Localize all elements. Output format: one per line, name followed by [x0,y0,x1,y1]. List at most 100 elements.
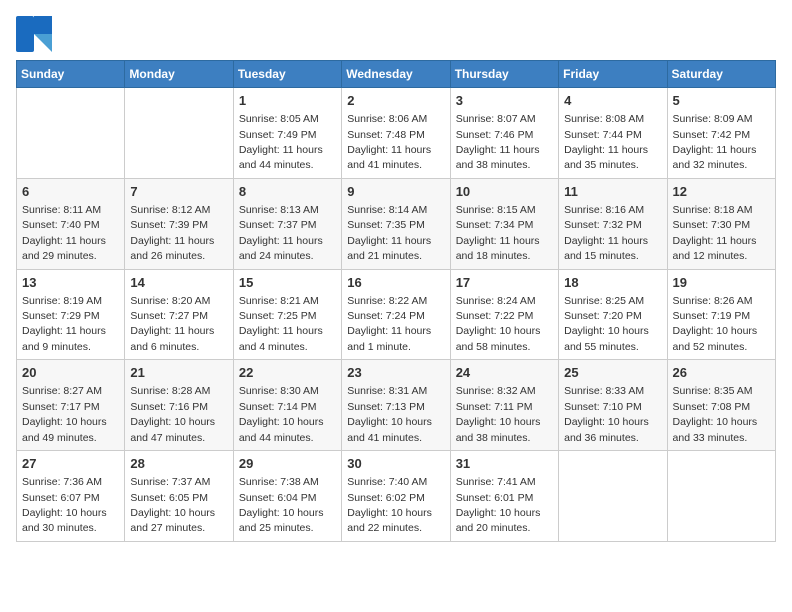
day-number: 9 [347,183,444,201]
calendar-cell [125,88,233,179]
day-number: 19 [673,274,770,292]
calendar-cell: 6 Sunrise: 8:11 AM Sunset: 7:40 PM Daylig… [17,178,125,269]
week-row-4: 20 Sunrise: 8:27 AM Sunset: 7:17 PM Dayli… [17,360,776,451]
day-info: Sunrise: 8:27 AM Sunset: 7:17 PM Dayligh… [22,385,107,443]
day-info: Sunrise: 8:35 AM Sunset: 7:08 PM Dayligh… [673,385,758,443]
day-number: 30 [347,455,444,473]
calendar-cell: 16 Sunrise: 8:22 AM Sunset: 7:24 PM Dayli… [342,269,450,360]
day-number: 15 [239,274,336,292]
day-info: Sunrise: 8:12 AM Sunset: 7:39 PM Dayligh… [130,204,214,262]
day-info: Sunrise: 8:28 AM Sunset: 7:16 PM Dayligh… [130,385,215,443]
day-info: Sunrise: 8:15 AM Sunset: 7:34 PM Dayligh… [456,204,540,262]
day-number: 18 [564,274,661,292]
day-info: Sunrise: 7:40 AM Sunset: 6:02 PM Dayligh… [347,476,432,534]
calendar-cell: 14Sunrise: 8:20 AM Sunset: 7:27 PM Dayli… [125,269,233,360]
day-number: 20 [22,364,119,382]
weekday-header-wednesday: Wednesday [342,61,450,88]
calendar-cell: 25Sunrise: 8:33 AM Sunset: 7:10 PM Dayli… [559,360,667,451]
day-number: 7 [130,183,227,201]
calendar-cell: 18 Sunrise: 8:25 AM Sunset: 7:20 PM Dayli… [559,269,667,360]
weekday-header-row: SundayMondayTuesdayWednesdayThursdayFrid… [17,61,776,88]
day-number: 28 [130,455,227,473]
day-number: 6 [22,183,119,201]
weekday-header-thursday: Thursday [450,61,558,88]
logo-icon [16,16,52,52]
calendar-cell: 8 Sunrise: 8:13 AM Sunset: 7:37 PM Daylig… [233,178,341,269]
calendar-cell: 2 Sunrise: 8:06 AM Sunset: 7:48 PM Daylig… [342,88,450,179]
day-number: 8 [239,183,336,201]
day-number: 25 [564,364,661,382]
calendar-cell: 12Sunrise: 8:18 AM Sunset: 7:30 PM Dayli… [667,178,775,269]
weekday-header-monday: Monday [125,61,233,88]
day-info: Sunrise: 8:13 AM Sunset: 7:37 PM Dayligh… [239,204,323,262]
day-info: Sunrise: 7:41 AM Sunset: 6:01 PM Dayligh… [456,476,541,534]
week-row-1: 1 Sunrise: 8:05 AM Sunset: 7:49 PM Daylig… [17,88,776,179]
day-info: Sunrise: 7:38 AM Sunset: 6:04 PM Dayligh… [239,476,324,534]
day-info: Sunrise: 8:20 AM Sunset: 7:27 PM Dayligh… [130,295,214,353]
day-number: 1 [239,92,336,110]
day-number: 2 [347,92,444,110]
calendar-cell: 1 Sunrise: 8:05 AM Sunset: 7:49 PM Daylig… [233,88,341,179]
calendar-cell [667,451,775,542]
day-info: Sunrise: 7:37 AM Sunset: 6:05 PM Dayligh… [130,476,215,534]
day-info: Sunrise: 7:36 AM Sunset: 6:07 PM Dayligh… [22,476,107,534]
calendar-cell: 7 Sunrise: 8:12 AM Sunset: 7:39 PM Daylig… [125,178,233,269]
weekday-header-saturday: Saturday [667,61,775,88]
day-number: 17 [456,274,553,292]
week-row-2: 6 Sunrise: 8:11 AM Sunset: 7:40 PM Daylig… [17,178,776,269]
calendar-cell: 3 Sunrise: 8:07 AM Sunset: 7:46 PM Daylig… [450,88,558,179]
page-header [16,16,776,52]
calendar-cell: 5Sunrise: 8:09 AM Sunset: 7:42 PM Daylig… [667,88,775,179]
day-number: 13 [22,274,119,292]
day-number: 21 [130,364,227,382]
calendar-cell: 30 Sunrise: 7:40 AM Sunset: 6:02 PM Dayli… [342,451,450,542]
day-info: Sunrise: 8:32 AM Sunset: 7:11 PM Dayligh… [456,385,541,443]
day-info: Sunrise: 8:08 AM Sunset: 7:44 PM Dayligh… [564,113,648,171]
day-number: 26 [673,364,770,382]
day-number: 31 [456,455,553,473]
calendar-cell: 9 Sunrise: 8:14 AM Sunset: 7:35 PM Daylig… [342,178,450,269]
weekday-header-tuesday: Tuesday [233,61,341,88]
day-info: Sunrise: 8:26 AM Sunset: 7:19 PM Dayligh… [673,295,758,353]
calendar-cell: 23Sunrise: 8:31 AM Sunset: 7:13 PM Dayli… [342,360,450,451]
calendar-cell: 20 Sunrise: 8:27 AM Sunset: 7:17 PM Dayli… [17,360,125,451]
day-number: 27 [22,455,119,473]
weekday-header-friday: Friday [559,61,667,88]
day-info: Sunrise: 8:19 AM Sunset: 7:29 PM Dayligh… [22,295,106,353]
day-info: Sunrise: 8:25 AM Sunset: 7:20 PM Dayligh… [564,295,649,353]
calendar-table: SundayMondayTuesdayWednesdayThursdayFrid… [16,60,776,542]
week-row-3: 13 Sunrise: 8:19 AM Sunset: 7:29 PM Dayli… [17,269,776,360]
day-number: 24 [456,364,553,382]
day-number: 3 [456,92,553,110]
day-number: 16 [347,274,444,292]
calendar-cell: 15 Sunrise: 8:21 AM Sunset: 7:25 PM Dayli… [233,269,341,360]
weekday-header-sunday: Sunday [17,61,125,88]
logo [16,16,56,52]
day-info: Sunrise: 8:06 AM Sunset: 7:48 PM Dayligh… [347,113,431,171]
day-number: 11 [564,183,661,201]
day-number: 22 [239,364,336,382]
calendar-cell: 27 Sunrise: 7:36 AM Sunset: 6:07 PM Dayli… [17,451,125,542]
day-info: Sunrise: 8:05 AM Sunset: 7:49 PM Dayligh… [239,113,323,171]
calendar-cell: 31 Sunrise: 7:41 AM Sunset: 6:01 PM Dayli… [450,451,558,542]
calendar-cell [559,451,667,542]
day-number: 4 [564,92,661,110]
day-info: Sunrise: 8:11 AM Sunset: 7:40 PM Dayligh… [22,204,106,262]
calendar-cell: 19 Sunrise: 8:26 AM Sunset: 7:19 PM Dayli… [667,269,775,360]
day-number: 10 [456,183,553,201]
day-info: Sunrise: 8:22 AM Sunset: 7:24 PM Dayligh… [347,295,431,353]
day-number: 12 [673,183,770,201]
day-info: Sunrise: 8:24 AM Sunset: 7:22 PM Dayligh… [456,295,541,353]
day-number: 29 [239,455,336,473]
calendar-cell: 24 Sunrise: 8:32 AM Sunset: 7:11 PM Dayli… [450,360,558,451]
calendar-cell: 13 Sunrise: 8:19 AM Sunset: 7:29 PM Dayli… [17,269,125,360]
day-info: Sunrise: 8:07 AM Sunset: 7:46 PM Dayligh… [456,113,540,171]
calendar-cell: 28 Sunrise: 7:37 AM Sunset: 6:05 PM Dayli… [125,451,233,542]
calendar-cell: 17 Sunrise: 8:24 AM Sunset: 7:22 PM Dayli… [450,269,558,360]
calendar-cell: 11Sunrise: 8:16 AM Sunset: 7:32 PM Dayli… [559,178,667,269]
calendar-cell: 29 Sunrise: 7:38 AM Sunset: 6:04 PM Dayli… [233,451,341,542]
day-info: Sunrise: 8:21 AM Sunset: 7:25 PM Dayligh… [239,295,323,353]
calendar-cell [17,88,125,179]
day-info: Sunrise: 8:14 AM Sunset: 7:35 PM Dayligh… [347,204,431,262]
day-info: Sunrise: 8:30 AM Sunset: 7:14 PM Dayligh… [239,385,324,443]
